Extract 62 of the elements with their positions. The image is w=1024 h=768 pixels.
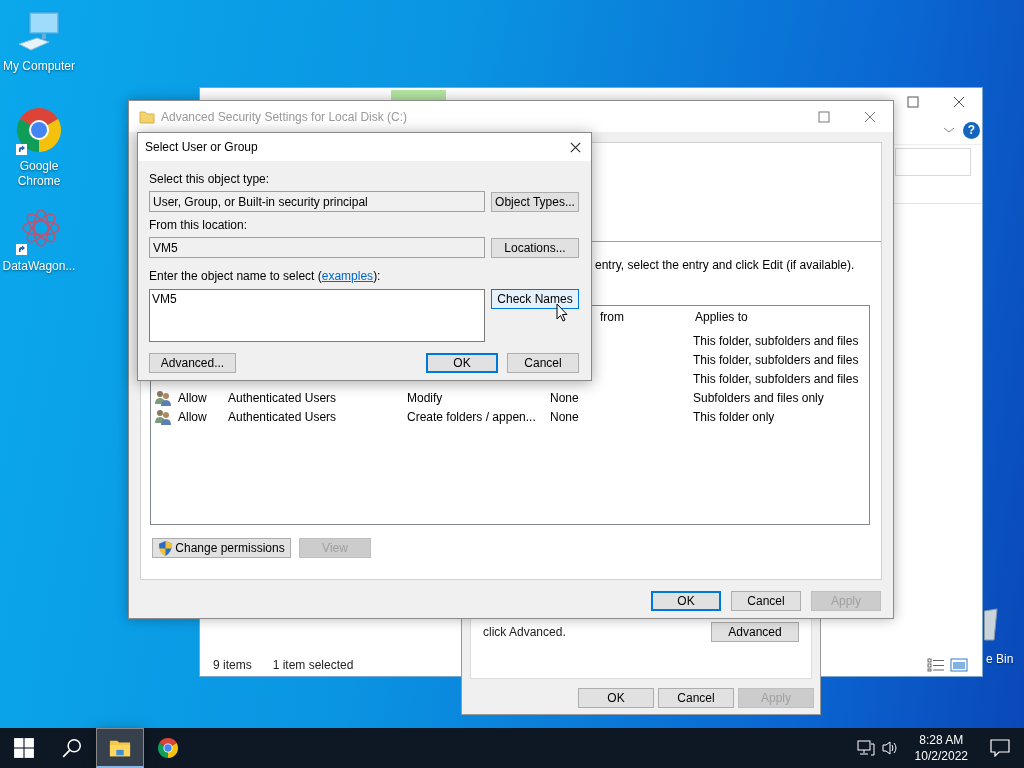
icon-label: e Bin <box>986 652 1014 666</box>
advanced-button[interactable]: Advanced <box>711 622 799 642</box>
taskbar-explorer-button[interactable] <box>96 728 144 768</box>
dialog-button[interactable]: OK <box>426 353 498 373</box>
location-field: VM5 <box>149 237 485 258</box>
instruction-text: entry, select the entry and click Edit (if available). <box>594 258 856 273</box>
help-button[interactable]: ? <box>963 121 980 139</box>
search-icon <box>61 737 83 759</box>
table-cell: This folder, subfolders and files <box>693 352 859 367</box>
window-title: Advanced Security Settings for Local Disk (C:) <box>161 109 408 124</box>
chrome-icon[interactable] <box>15 108 63 156</box>
table-cell: Create folders / appen... <box>407 409 536 424</box>
icon-label: DataWagon... <box>1 259 77 274</box>
clock-date: 10/2/2022 <box>914 748 968 764</box>
clock[interactable]: 8:28 AM 10/2/2022 <box>904 732 978 764</box>
dialog-title: Select User or Group <box>145 140 259 154</box>
search-field[interactable] <box>895 148 971 176</box>
tiles-view-icon[interactable] <box>950 658 968 672</box>
icon-label: My Computer <box>2 59 76 74</box>
windows-logo-icon <box>13 737 35 759</box>
dialog-button[interactable]: OK <box>578 688 654 708</box>
field-label: Select this object type: <box>149 172 271 187</box>
shield-icon <box>158 539 174 557</box>
field-label: From this location: <box>149 218 249 233</box>
object-types-button[interactable]: Object Types... <box>491 191 579 212</box>
advanced-note: click Advanced. <box>483 625 567 639</box>
volume-icon[interactable] <box>880 740 899 756</box>
table-cell: Allow <box>178 390 207 405</box>
chrome-icon <box>157 737 179 759</box>
object-name-field[interactable]: VM5 <box>149 289 485 342</box>
icon-label: Google Chrome <box>16 159 62 189</box>
check-names-button[interactable]: Check Names <box>491 289 579 309</box>
network-icon[interactable] <box>856 740 875 756</box>
table-cell: This folder, subfolders and files <box>693 333 859 348</box>
details-view-icon[interactable] <box>927 658 945 672</box>
table-cell: This folder only <box>693 409 775 424</box>
column-header[interactable]: Applies to <box>693 310 869 324</box>
field-label: Enter the object name to select (examples): <box>149 269 382 284</box>
table-cell: Allow <box>178 409 207 424</box>
locations-button[interactable]: Locations... <box>491 237 579 258</box>
users-icon <box>155 408 171 425</box>
table-cell: This folder, subfolders and files <box>693 371 859 386</box>
dialog-button[interactable]: Cancel <box>507 353 579 373</box>
examples-link[interactable]: examples <box>321 269 374 283</box>
clock-time: 8:28 AM <box>919 732 964 748</box>
table-cell: Authenticated Users <box>228 390 337 405</box>
folder-icon <box>139 108 155 125</box>
table-cell: Subfolders and files only <box>693 390 824 405</box>
advanced-button[interactable]: Advanced... <box>149 353 236 373</box>
table-cell: None <box>550 390 579 405</box>
users-icon <box>155 389 171 406</box>
table-cell: None <box>550 409 579 424</box>
object-type-field: User, Group, or Built-in security principal <box>149 191 485 212</box>
mouse-pointer-icon <box>556 303 568 322</box>
notification-icon[interactable] <box>990 739 1010 757</box>
table-cell: Authenticated Users <box>228 409 337 424</box>
status-text: 9 items <box>213 658 252 672</box>
close-icon[interactable] <box>569 140 582 154</box>
table-cell: Modify <box>407 390 443 405</box>
status-text: 1 item selected <box>272 658 354 672</box>
chevron-icon[interactable] <box>943 126 955 134</box>
dialog-button[interactable]: Cancel <box>658 688 734 708</box>
